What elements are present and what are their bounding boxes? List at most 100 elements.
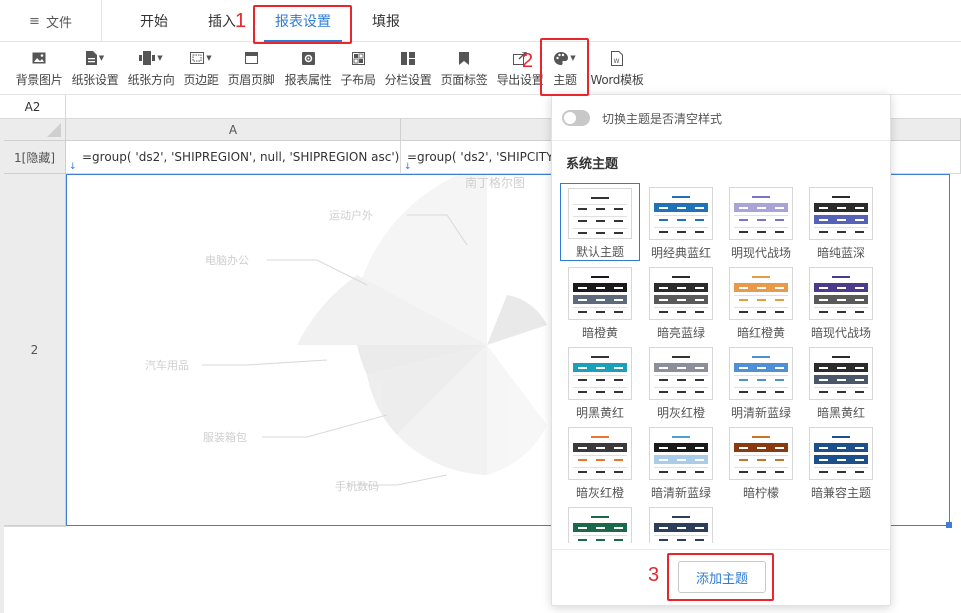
resize-handle[interactable] <box>946 522 952 528</box>
app-window: ≡ 文件 开始 插入 报表设置 填报 背景图片 ▼ 纸张设置 ▼ 纸张方向 ▼ … <box>0 0 961 613</box>
report-properties-icon <box>301 49 315 67</box>
theme-option[interactable]: 默认主题 <box>560 183 640 261</box>
toolbar: 背景图片 ▼ 纸张设置 ▼ 纸张方向 ▼ 页边距 页眉页脚 报表属性 子布局 分… <box>0 42 961 95</box>
theme-option[interactable]: 暗清新蓝绿 <box>641 423 721 501</box>
tab-report-settings[interactable]: 报表设置 <box>256 0 350 42</box>
divider <box>552 549 890 550</box>
theme-button[interactable]: ▼ 主题 <box>543 42 587 95</box>
theme-preview-thumbnail <box>649 347 713 400</box>
header-footer-icon <box>244 49 258 67</box>
theme-name: 明经典蓝红 <box>650 246 711 260</box>
theme-name: 明现代战场 <box>730 246 791 260</box>
theme-name: 暗柠檬 <box>742 486 779 500</box>
theme-option[interactable]: 暗亮蓝绿 <box>641 263 721 341</box>
word-template-icon: W <box>611 49 623 67</box>
theme-name: 暗纯蓝深 <box>816 246 865 260</box>
row-1-label: 1[隐藏] <box>14 150 55 165</box>
theme-preview-thumbnail <box>649 267 713 320</box>
theme-option[interactable]: 暗红橙黄 <box>721 263 801 341</box>
page-margin-label: 页边距 <box>183 73 219 87</box>
word-template-label: Word模板 <box>590 73 644 87</box>
theme-option[interactable]: 暗纯蓝深 <box>801 183 881 261</box>
theme-option[interactable]: 暗柠檬 <box>721 423 801 501</box>
theme-preview-thumbnail <box>568 507 632 543</box>
report-properties-label: 报表属性 <box>284 73 332 87</box>
theme-preview-thumbnail <box>649 187 713 240</box>
chart-title: 南丁格尔图 <box>465 175 525 190</box>
tab-start[interactable]: 开始 <box>122 0 186 42</box>
divider <box>552 140 890 141</box>
image-icon <box>32 49 46 67</box>
theme-name: 暗橙黄 <box>581 326 618 340</box>
page-tag-label: 页面标签 <box>440 73 488 87</box>
cell-name-box[interactable]: A2 <box>0 95 66 119</box>
row-header-1[interactable]: 1[隐藏] <box>4 141 66 174</box>
theme-name: 默认主题 <box>575 245 624 259</box>
columns-icon <box>401 49 415 67</box>
theme-name: 暗灰红橙 <box>575 486 624 500</box>
chart-label: 运动户外 <box>329 208 373 222</box>
theme-preview-thumbnail <box>649 427 713 480</box>
header-footer-button[interactable]: 页眉页脚 <box>224 42 278 95</box>
report-properties-button[interactable]: 报表属性 <box>281 42 335 95</box>
theme-name: 暗亮蓝绿 <box>656 326 705 340</box>
page-tag-button[interactable]: 页面标签 <box>437 42 491 95</box>
select-all-corner[interactable] <box>4 119 66 141</box>
page-margin-button[interactable]: ▼ 页边距 <box>180 42 222 95</box>
column-header-a[interactable]: A <box>66 119 401 141</box>
tab-insert-label: 插入 <box>208 14 236 30</box>
theme-option[interactable]: 明灰红橙 <box>641 343 721 421</box>
theme-option[interactable]: 暗兼容主题 <box>801 423 881 501</box>
file-menu-button[interactable]: ≡ 文件 <box>0 0 102 42</box>
paper-orientation-label: 纸张方向 <box>127 73 175 87</box>
sub-layout-button[interactable]: 子布局 <box>337 42 379 95</box>
theme-option[interactable]: 明黑黄红 <box>560 343 640 421</box>
theme-preview-thumbnail <box>568 188 632 239</box>
export-settings-button[interactable]: 导出设置 <box>493 42 547 95</box>
chart-label: 电脑办公 <box>205 254 249 267</box>
theme-preview-thumbnail <box>729 187 793 240</box>
palette-icon: ▼ <box>554 49 576 67</box>
theme-option[interactable]: 暗黑黄红 <box>801 343 881 421</box>
chart-label: 汽车用品 <box>145 358 189 372</box>
chart-label: 服装箱包 <box>203 430 247 444</box>
theme-preview-thumbnail <box>568 347 632 400</box>
theme-option[interactable]: 暗现代战场 <box>801 263 881 341</box>
theme-option[interactable]: 暗橙黄 <box>560 263 640 341</box>
add-theme-label: 添加主题 <box>695 571 748 587</box>
row-header-2[interactable]: 2 <box>4 174 66 526</box>
paper-settings-label: 纸张设置 <box>71 73 119 87</box>
theme-preview-thumbnail <box>729 347 793 400</box>
paper-settings-button[interactable]: ▼ 纸张设置 <box>68 42 122 95</box>
tab-fill[interactable]: 填报 <box>354 0 418 42</box>
margin-icon: ▼ <box>190 49 212 67</box>
annotation-number-1: 1 <box>235 10 247 32</box>
cell-marker-icon: ↓ <box>69 162 77 172</box>
theme-preview-thumbnail <box>729 427 793 480</box>
theme-preview-thumbnail <box>809 187 873 240</box>
theme-name: 暗现代战场 <box>810 326 871 340</box>
theme-name: 暗黑黄红 <box>816 406 865 420</box>
theme-option[interactable] <box>560 503 640 543</box>
add-theme-button[interactable]: 添加主题 <box>678 561 766 593</box>
file-menu-label: 文件 <box>45 15 72 31</box>
theme-option[interactable]: 明经典蓝红 <box>641 183 721 261</box>
clear-style-toggle[interactable] <box>562 110 590 126</box>
theme-preview-thumbnail <box>568 267 632 320</box>
cell-a1[interactable]: ↓ =group( 'ds2', 'SHIPREGION', null, 'SH… <box>66 141 401 174</box>
background-image-button[interactable]: 背景图片 <box>12 42 66 95</box>
cell-a1-formula: =group( 'ds2', 'SHIPREGION', null, 'SHIP… <box>82 150 400 164</box>
theme-option[interactable]: 明现代战场 <box>721 183 801 261</box>
theme-option[interactable]: 暗灰红橙 <box>560 423 640 501</box>
paper-orientation-button[interactable]: ▼ 纸张方向 <box>124 42 178 95</box>
theme-option[interactable]: 明清新蓝绿 <box>721 343 801 421</box>
tab-fill-label: 填报 <box>372 14 400 30</box>
system-themes-heading: 系统主题 <box>566 157 619 172</box>
theme-name: 明灰红橙 <box>656 406 705 420</box>
theme-option[interactable] <box>641 503 721 543</box>
word-template-button[interactable]: W Word模板 <box>589 42 645 95</box>
theme-preview-thumbnail <box>809 347 873 400</box>
chart-label: 手机数码 <box>335 479 379 493</box>
theme-preview-thumbnail <box>809 427 873 480</box>
column-settings-button[interactable]: 分栏设置 <box>381 42 435 95</box>
